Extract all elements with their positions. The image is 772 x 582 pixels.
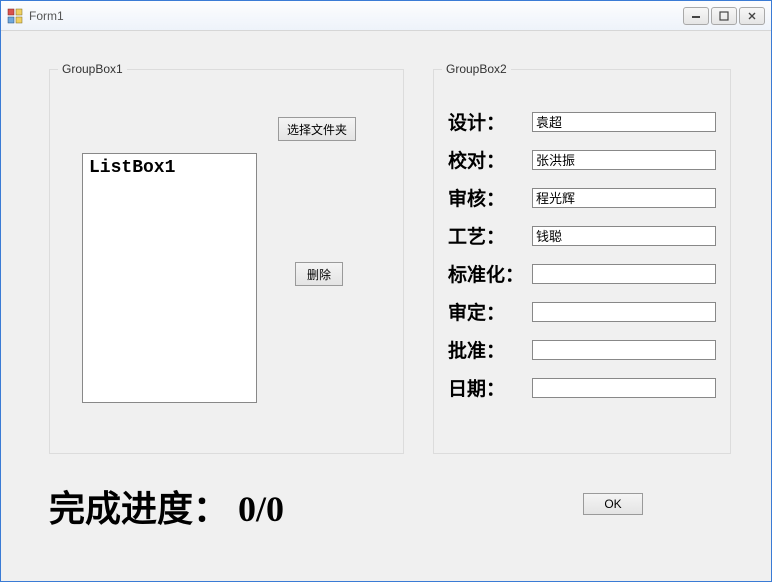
window-title: Form1	[29, 9, 683, 23]
progress-label: 完成进度： 0/0	[49, 480, 284, 532]
close-button[interactable]	[739, 7, 765, 25]
ok-button[interactable]: OK	[583, 493, 643, 515]
row-proofread: 校对：	[448, 146, 716, 173]
label-approve2: 批准：	[448, 336, 532, 363]
maximize-button[interactable]	[711, 7, 737, 25]
select-folder-button[interactable]: 选择文件夹	[278, 117, 356, 141]
groupbox-2: GroupBox2 设计： 校对： 审核： 工艺： 标准化：	[433, 69, 731, 454]
groupbox-1: GroupBox1 选择文件夹 ListBox1 删除	[49, 69, 404, 454]
listbox-1[interactable]: ListBox1	[82, 153, 257, 403]
row-date: 日期：	[448, 374, 716, 401]
input-process[interactable]	[532, 226, 716, 246]
window-controls	[683, 7, 765, 25]
app-icon	[7, 8, 23, 24]
label-review: 审核：	[448, 184, 532, 211]
input-date[interactable]	[532, 378, 716, 398]
label-proofread: 校对：	[448, 146, 532, 173]
client-area: GroupBox1 选择文件夹 ListBox1 删除 GroupBox2 设计…	[1, 31, 771, 581]
groupbox-2-title: GroupBox2	[442, 62, 511, 76]
input-review[interactable]	[532, 188, 716, 208]
titlebar: Form1	[1, 1, 771, 31]
input-design[interactable]	[532, 112, 716, 132]
label-process: 工艺：	[448, 222, 532, 249]
label-standardize: 标准化：	[448, 260, 532, 287]
row-approve1: 审定：	[448, 298, 716, 325]
label-approve1: 审定：	[448, 298, 532, 325]
groupbox-1-title: GroupBox1	[58, 62, 127, 76]
input-proofread[interactable]	[532, 150, 716, 170]
row-approve2: 批准：	[448, 336, 716, 363]
input-standardize[interactable]	[532, 264, 716, 284]
input-approve1[interactable]	[532, 302, 716, 322]
label-design: 设计：	[448, 108, 532, 135]
row-design: 设计：	[448, 108, 716, 135]
row-standardize: 标准化：	[448, 260, 716, 287]
row-review: 审核：	[448, 184, 716, 211]
row-process: 工艺：	[448, 222, 716, 249]
delete-button[interactable]: 删除	[295, 262, 343, 286]
input-approve2[interactable]	[532, 340, 716, 360]
label-date: 日期：	[448, 374, 532, 401]
minimize-button[interactable]	[683, 7, 709, 25]
form-window: Form1 GroupBox1 选择文件夹 ListBox1 删除 GroupB…	[0, 0, 772, 582]
